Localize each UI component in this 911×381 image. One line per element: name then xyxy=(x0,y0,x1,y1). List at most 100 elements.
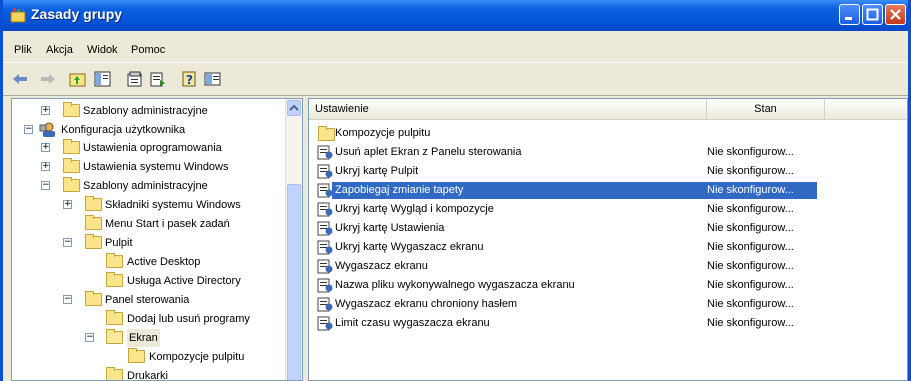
tree-expander[interactable]: + xyxy=(63,200,72,209)
setting-name: Kompozycje pulpitu xyxy=(335,127,431,139)
tree-item-label: Dodaj lub usuń programy xyxy=(127,313,250,325)
folder-icon xyxy=(63,177,80,192)
minimize-icon xyxy=(845,17,852,20)
setting-name: Ukryj kartę Wygaszacz ekranu xyxy=(335,241,484,253)
up-folder-icon[interactable] xyxy=(69,71,87,87)
tree-expander[interactable]: + xyxy=(41,162,50,171)
help-icon[interactable]: ? xyxy=(181,71,199,87)
scroll-up-button[interactable] xyxy=(287,100,301,116)
list-row[interactable]: Ukryj kartę Ustawienia Nie skonfigurow..… xyxy=(309,219,907,238)
setting-name: Ukryj kartę Wygląd i kompozycje xyxy=(335,203,494,215)
tree-expander[interactable]: − xyxy=(63,238,72,247)
list-row[interactable]: Nazwa pliku wykonywalnego wygaszacza ekr… xyxy=(309,276,907,295)
folder-icon xyxy=(106,272,123,287)
folder-icon xyxy=(63,158,80,173)
close-icon xyxy=(890,9,901,20)
setting-state: Nie skonfigurow... xyxy=(707,184,794,196)
tree-expander[interactable]: − xyxy=(41,181,50,190)
setting-state: Nie skonfigurow... xyxy=(707,317,794,329)
folder-icon xyxy=(85,291,102,306)
tree-item-label: Składniki systemu Windows xyxy=(105,199,241,211)
back-arrow-icon[interactable] xyxy=(11,71,29,87)
tree-item-label: Szablony administracyjne xyxy=(83,105,208,117)
menu-bar: Plik Akcja Widok Pomoc xyxy=(3,41,908,61)
setting-name: Nazwa pliku wykonywalnego wygaszacza ekr… xyxy=(335,279,575,291)
list-row[interactable]: Wygaszacz ekranu chroniony hasłem Nie sk… xyxy=(309,295,907,314)
tree-expander[interactable]: − xyxy=(85,333,94,342)
policy-setting-icon xyxy=(317,297,333,312)
setting-state: Nie skonfigurow... xyxy=(707,146,794,158)
minimize-button[interactable] xyxy=(839,4,860,25)
list-row[interactable]: Ukryj kartę Wygląd i kompozycje Nie skon… xyxy=(309,200,907,219)
console-view-icon[interactable] xyxy=(204,71,222,87)
group-policy-icon xyxy=(10,8,26,23)
list-row[interactable]: Ukryj kartę Wygaszacz ekranu Nie skonfig… xyxy=(309,238,907,257)
list-row[interactable]: Ukryj kartę Pulpit Nie skonfigurow... xyxy=(309,162,907,181)
setting-state: Nie skonfigurow... xyxy=(707,165,794,177)
maximize-icon xyxy=(866,8,879,21)
close-button[interactable] xyxy=(885,4,906,25)
setting-state: Nie skonfigurow... xyxy=(707,260,794,272)
folder-icon xyxy=(63,102,80,117)
setting-name: Zapobiegaj zmianie tapety xyxy=(335,184,464,196)
setting-state: Nie skonfigurow... xyxy=(707,241,794,253)
list-row[interactable]: Limit czasu wygaszacza ekranu Nie skonfi… xyxy=(309,314,907,333)
forward-arrow-icon[interactable] xyxy=(39,71,57,87)
chevron-up-icon xyxy=(289,104,299,111)
window-title: Zasady grupy xyxy=(31,6,123,22)
menu-help[interactable]: Pomoc xyxy=(131,44,165,56)
tree-item-label: Ekran xyxy=(127,329,160,347)
menu-action[interactable]: Akcja xyxy=(46,44,73,56)
tree-item-label: Pulpit xyxy=(105,237,133,249)
policy-setting-icon xyxy=(317,183,333,198)
tree-item-label: Panel sterowania xyxy=(105,294,190,306)
maximize-button[interactable] xyxy=(862,4,883,25)
tree-expander[interactable]: − xyxy=(63,295,72,304)
tree-item-label: Konfiguracja użytkownika xyxy=(61,124,186,136)
tree-pane[interactable]: + Szablony administracyjne − Konfiguracj… xyxy=(11,98,303,381)
tree-expander[interactable]: + xyxy=(41,143,50,152)
list-row[interactable]: Usuń aplet Ekran z Panelu sterowania Nie… xyxy=(309,143,907,162)
tree-item-label: Ustawienia systemu Windows xyxy=(83,161,229,173)
tree-item-label: Drukarki xyxy=(127,370,168,381)
settings-list-pane[interactable]: Ustawienie Stan Kompozycje pulpitu Usuń … xyxy=(308,98,908,381)
column-header-setting[interactable]: Ustawienie xyxy=(309,99,707,119)
column-header-state[interactable]: Stan xyxy=(707,99,825,119)
list-row-selected[interactable]: Zapobiegaj zmianie tapety Nie skonfiguro… xyxy=(309,181,907,200)
panes: + Szablony administracyjne − Konfiguracj… xyxy=(11,98,908,381)
setting-name: Wygaszacz ekranu xyxy=(335,260,428,272)
setting-name: Limit czasu wygaszacza ekranu xyxy=(335,317,490,329)
toolbar: ? xyxy=(3,62,908,96)
list-header: Ustawienie Stan xyxy=(309,99,907,120)
policy-setting-icon xyxy=(317,259,333,274)
tree-item-label: Active Desktop xyxy=(127,256,201,268)
policy-setting-icon xyxy=(317,202,333,217)
tree-scrollbar[interactable] xyxy=(285,99,302,380)
show-hide-tree-icon[interactable] xyxy=(94,71,112,87)
policy-setting-icon xyxy=(317,240,333,255)
properties-icon[interactable] xyxy=(126,71,144,87)
title-bar[interactable]: Zasady grupy xyxy=(3,0,908,31)
list-row[interactable]: Wygaszacz ekranu Nie skonfigurow... xyxy=(309,257,907,276)
folder-icon xyxy=(106,367,123,380)
scroll-thumb[interactable] xyxy=(287,184,301,380)
user-config-icon xyxy=(39,122,55,137)
list-row[interactable]: Kompozycje pulpitu xyxy=(309,124,907,143)
tree-expander[interactable]: + xyxy=(41,106,50,115)
policy-setting-icon xyxy=(317,221,333,236)
menu-view[interactable]: Widok xyxy=(87,44,118,56)
folder-icon xyxy=(106,253,123,268)
setting-name: Usuń aplet Ekran z Panelu sterowania xyxy=(335,146,522,158)
tree-item-label: Kompozycje pulpitu xyxy=(149,351,245,363)
folder-icon xyxy=(128,348,145,363)
svg-text:?: ? xyxy=(186,73,193,87)
export-list-icon[interactable] xyxy=(149,71,167,87)
folder-icon xyxy=(85,234,102,249)
app-window: Zasady grupy Plik Akcja Widok Pomoc ? + xyxy=(0,0,911,381)
tree-expander[interactable]: − xyxy=(24,125,33,134)
folder-icon xyxy=(63,139,80,154)
setting-name: Wygaszacz ekranu chroniony hasłem xyxy=(335,298,518,310)
setting-name: Ukryj kartę Pulpit xyxy=(335,165,419,177)
menu-file[interactable]: Plik xyxy=(14,44,32,56)
policy-setting-icon xyxy=(317,145,333,160)
